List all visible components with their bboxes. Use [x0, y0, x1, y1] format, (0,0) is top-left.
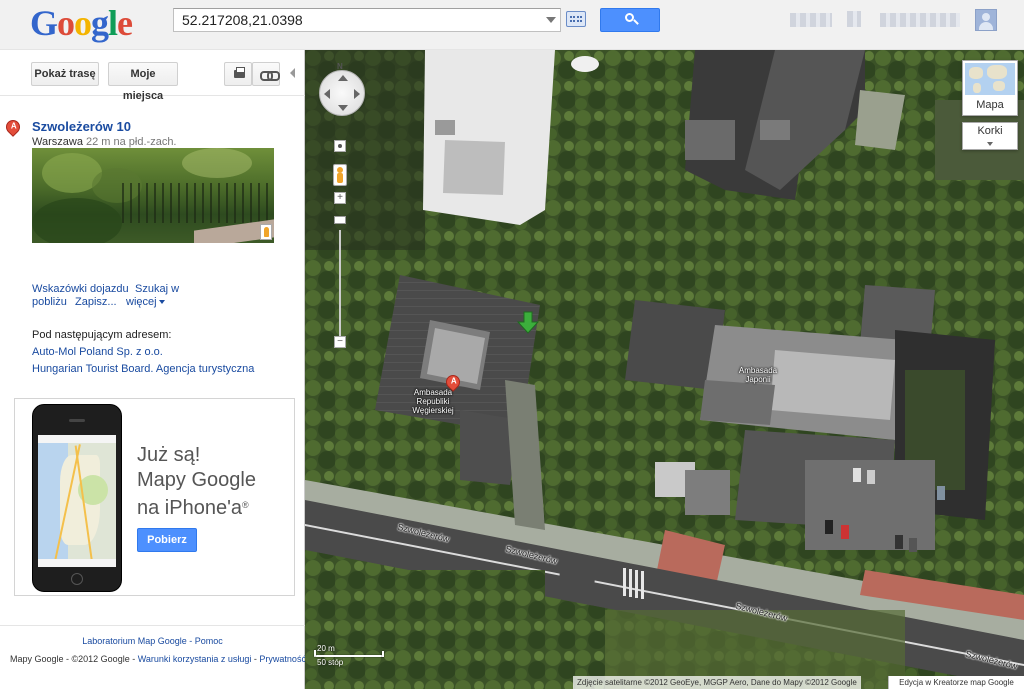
footer-links: Laboratorium Map Google - Pomoc [82, 636, 223, 646]
link-icon[interactable] [252, 62, 280, 86]
get-directions-button[interactable]: Pokaż trasę [31, 62, 99, 86]
search-box [173, 8, 561, 32]
map-attribution: Zdjęcie satelitarne ©2012 GeoEye, MGGP A… [573, 676, 861, 689]
logo-letter-g2: g [91, 3, 109, 43]
search-button[interactable] [600, 8, 660, 32]
result-title[interactable]: Szwoleżerów 10 [32, 119, 131, 134]
download-button[interactable]: Pobierz [137, 528, 197, 552]
help-link[interactable]: Pomoc [195, 636, 223, 646]
address-item[interactable]: Auto-Mol Poland Sp. z o.o. [32, 346, 163, 358]
promo-line2: Mapy Google [137, 469, 256, 491]
map-type-label: Mapa [976, 99, 1004, 111]
directions-link[interactable]: Wskazówki dojazdu [32, 283, 129, 295]
labs-link[interactable]: Laboratorium Map Google [82, 636, 187, 646]
chevron-down-icon [987, 142, 993, 146]
logo-letter-g: G [30, 3, 58, 43]
terms-link[interactable]: Warunki korzystania z usługi [138, 654, 252, 664]
promo-text: Już są! Mapy Google na iPhone'a® [137, 443, 287, 521]
google-logo[interactable]: Google [30, 2, 133, 44]
search-nearby-link-line2[interactable]: pobliżu [32, 296, 67, 308]
blurred-account-icon[interactable] [847, 11, 861, 27]
zoom-in-button[interactable]: + [334, 192, 346, 204]
more-dropdown[interactable]: więcej [126, 296, 165, 308]
save-link[interactable]: Zapisz... [75, 296, 117, 308]
avatar[interactable] [975, 9, 997, 31]
result-distance: 22 m na płd.-zach. [86, 136, 177, 148]
satellite-imagery [305, 50, 1024, 689]
pegman-icon[interactable] [333, 164, 347, 186]
divider [0, 625, 305, 626]
blurred-account-name[interactable] [880, 13, 960, 27]
address-item[interactable]: Hungarian Tourist Board. Agencja turysty… [32, 363, 254, 375]
scale-imperial: 50 stóp [317, 658, 344, 667]
scale-metric: 20 m [317, 644, 335, 653]
map-thumbnail [965, 63, 1015, 95]
promo-line3: na iPhone'a® [137, 497, 249, 519]
result-subtitle: Warszawa 22 m na płd.-zach. [32, 136, 177, 148]
keyboard-icon[interactable] [566, 11, 586, 27]
collapse-panel-icon[interactable] [290, 68, 295, 78]
pan-control[interactable] [319, 70, 365, 116]
chevron-down-icon [158, 300, 165, 304]
zoom-slider-thumb[interactable] [334, 216, 346, 224]
logo-letter-l: l [108, 3, 118, 43]
iphone-image [32, 404, 122, 592]
top-bar: Google [0, 0, 1024, 50]
search-history-dropdown-icon[interactable] [546, 17, 556, 23]
map-maker-link[interactable]: Edycja w Kreatorze map Google [888, 676, 1024, 689]
footer-copyright: Mapy Google - ©2012 Google - Warunki kor… [10, 654, 306, 664]
traffic-layer-dropdown[interactable]: Korki [962, 122, 1018, 150]
iphone-promo: Już są! Mapy Google na iPhone'a® Pobierz [14, 398, 295, 596]
addresses-heading: Pod następującym adresem: [32, 329, 172, 341]
left-panel: Pokaż trasę Moje miejsca A Szwoleżerów 1… [0, 50, 306, 689]
scale-bar: 20 m 50 stóp [314, 642, 404, 670]
my-places-button[interactable]: Moje miejsca [108, 62, 178, 102]
privacy-link[interactable]: Prywatność [259, 654, 306, 664]
street-view-toggle-icon[interactable] [334, 140, 346, 152]
satellite-map[interactable]: A Ambasada Republiki Węgierskiej Ambasada J… [305, 50, 1024, 689]
japanese-embassy-label[interactable]: Ambasada Japonii [733, 366, 783, 384]
zoom-out-button[interactable]: − [334, 336, 346, 348]
map-type-toggle[interactable]: Mapa [962, 60, 1018, 116]
zoom-slider-track[interactable] [339, 230, 341, 340]
pegman-small-icon[interactable] [260, 224, 272, 240]
promo-line1: Już są! [137, 444, 201, 466]
result-city: Warszawa [32, 136, 83, 148]
street-view-thumbnail[interactable] [32, 148, 274, 243]
traffic-layer-label: Korki [977, 125, 1003, 137]
panel-toolbar: Pokaż trasę Moje miejsca [0, 50, 305, 102]
map-navigation-controls: N + − [317, 62, 365, 362]
blurred-account-link[interactable] [790, 13, 832, 27]
search-nearby-link-line1[interactable]: Szukaj w [135, 283, 179, 295]
logo-letter-o1: o [57, 3, 75, 43]
result-marker-icon[interactable]: A [3, 117, 23, 137]
logo-letter-o2: o [74, 3, 92, 43]
search-input[interactable] [174, 9, 534, 31]
logo-letter-e: e [117, 3, 133, 43]
hungarian-embassy-label[interactable]: Ambasada Republiki Węgierskiej [403, 388, 463, 415]
print-icon[interactable] [224, 62, 252, 86]
